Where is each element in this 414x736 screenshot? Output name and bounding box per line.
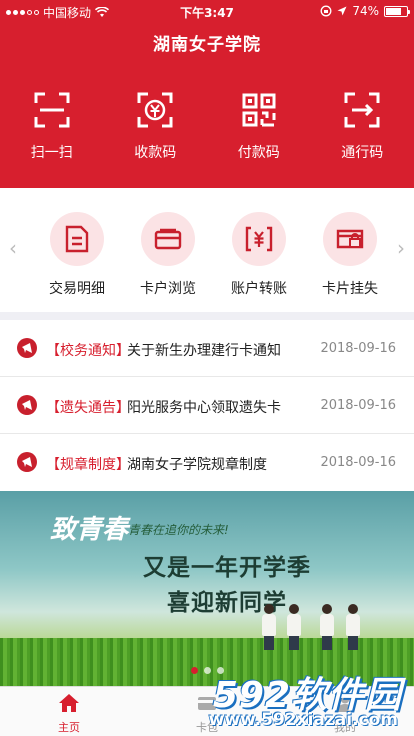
status-bar: 中国移动 下午3:47 74%: [0, 0, 414, 22]
news-tag: 【校务通知】: [46, 343, 130, 359]
megaphone-icon: [17, 395, 37, 415]
news-list: 【校务通知】 关于新生办理建行卡通知 2018-09-16 【遗失通告】 阳光服…: [0, 320, 414, 491]
news-title: 湖南女子学院规章制度: [127, 457, 267, 473]
card-wallet-icon: [198, 697, 216, 710]
battery-icon: [384, 5, 410, 17]
carousel-dot[interactable]: [190, 667, 198, 674]
home-icon: [59, 694, 79, 712]
transaction-details-label: 交易明细: [49, 281, 105, 297]
news-tag: 【规章制度】: [46, 457, 130, 473]
account-transfer-button[interactable]: 账户转账: [219, 212, 299, 298]
scan-button[interactable]: 扫一扫: [0, 92, 104, 172]
list-item[interactable]: 【规章制度】 湖南女子学院规章制度 2018-09-16: [0, 434, 414, 491]
list-item[interactable]: 【遗失通告】 阳光服务中心领取遗失卡 2018-09-16: [0, 377, 414, 434]
banner-line-1: 又是一年开学季: [143, 555, 311, 581]
app-root: 中国移动 下午3:47 74% 湖南女子学院 扫一扫 收款码 付款码 通行码 ‹…: [0, 0, 414, 736]
tab-home[interactable]: 主页: [0, 687, 138, 736]
card-browse-icon: [154, 228, 182, 250]
pay-code-button[interactable]: 付款码: [207, 92, 311, 172]
tab-home-label: 主页: [58, 721, 80, 734]
transaction-details-button[interactable]: 交易明细: [37, 212, 117, 298]
student-figure: [346, 604, 360, 650]
location-icon: [337, 6, 347, 16]
services-carousel: ‹ 交易明细 卡户浏览 账户转账 卡片挂失 ›: [0, 188, 414, 312]
news-tag: 【遗失通告】: [46, 400, 130, 416]
student-figure: [287, 604, 301, 650]
scan-icon: [34, 92, 70, 128]
account-transfer-label: 账户转账: [231, 281, 287, 297]
receive-code-button[interactable]: 收款码: [104, 92, 208, 172]
scan-label: 扫一扫: [30, 145, 73, 161]
receive-code-label: 收款码: [134, 145, 177, 161]
student-figure: [262, 604, 276, 650]
news-title: 关于新生办理建行卡通知: [127, 343, 281, 359]
rotation-lock-icon: [320, 5, 332, 17]
transaction-details-icon: [65, 225, 89, 253]
card-loss-button[interactable]: 卡片挂失: [310, 212, 390, 298]
pay-code-icon: [242, 93, 276, 127]
pass-code-icon: [344, 92, 380, 128]
chevron-right-icon[interactable]: ›: [394, 238, 408, 258]
card-browse-label: 卡户浏览: [140, 281, 196, 297]
pass-code-label: 通行码: [341, 145, 384, 161]
header: 中国移动 下午3:47 74% 湖南女子学院 扫一扫 收款码 付款码 通行码: [0, 0, 414, 188]
account-transfer-icon: [245, 226, 273, 252]
receive-code-icon: [137, 92, 173, 128]
tab-card-wallet-label: 卡包: [196, 721, 218, 734]
banner-carousel[interactable]: 致青春 青春在追你的未来! 又是一年开学季 喜迎新同学: [0, 491, 414, 686]
news-date: 2018-09-16: [320, 455, 396, 470]
pay-code-label: 付款码: [237, 145, 280, 161]
tab-card-wallet[interactable]: 卡包: [138, 687, 276, 736]
tab-profile-label: 我的: [334, 721, 356, 734]
carousel-dots: [0, 667, 414, 674]
student-figure: [320, 604, 334, 650]
pass-code-button[interactable]: 通行码: [311, 92, 414, 172]
banner-subheading: 青春在追你的未来!: [128, 523, 229, 537]
news-date: 2018-09-16: [320, 398, 396, 413]
news-title: 阳光服务中心领取遗失卡: [127, 400, 281, 416]
page-title: 湖南女子学院: [153, 35, 261, 55]
top-actions: 扫一扫 收款码 付款码 通行码: [0, 92, 414, 172]
card-loss-label: 卡片挂失: [322, 281, 378, 297]
card-browse-button[interactable]: 卡户浏览: [128, 212, 208, 298]
tab-bar: 主页 卡包 我的: [0, 686, 414, 736]
banner-heading: 致青春: [50, 515, 129, 545]
battery-percent: 74%: [352, 4, 379, 18]
status-right: 74%: [320, 4, 410, 18]
megaphone-icon: [17, 452, 37, 472]
carousel-dot[interactable]: [203, 667, 211, 674]
news-date: 2018-09-16: [320, 341, 396, 356]
megaphone-icon: [17, 338, 37, 358]
card-loss-icon: [336, 229, 364, 249]
list-item[interactable]: 【校务通知】 关于新生办理建行卡通知 2018-09-16: [0, 320, 414, 377]
carousel-dot[interactable]: [216, 667, 224, 674]
profile-icon: [336, 694, 354, 712]
chevron-left-icon[interactable]: ‹: [6, 238, 20, 258]
tab-profile[interactable]: 我的: [276, 687, 414, 736]
